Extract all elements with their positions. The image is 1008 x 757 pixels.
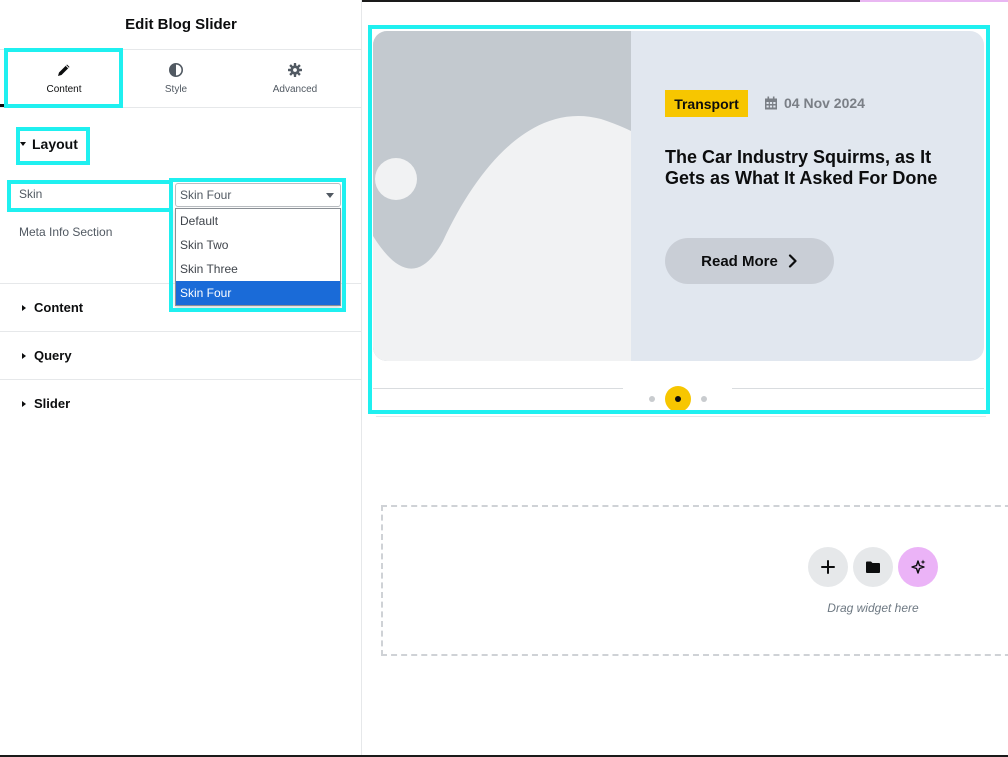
pagination-dot[interactable] <box>649 396 655 402</box>
active-dot-center <box>675 396 681 402</box>
skin-option-three[interactable]: Skin Three <box>176 257 340 281</box>
slide-image-placeholder <box>373 31 631 361</box>
tab-advanced[interactable]: Advanced <box>236 50 354 107</box>
sparkles-icon <box>911 559 926 574</box>
plus-icon <box>821 560 835 574</box>
caret-down-icon <box>20 142 26 146</box>
section-content-label: Content <box>34 300 84 315</box>
pagination-dot[interactable] <box>701 396 707 402</box>
pencil-icon <box>58 64 70 76</box>
post-title[interactable]: The Car Industry Squirms, as It Gets as … <box>665 147 955 189</box>
caret-right-icon <box>22 400 26 407</box>
calendar-icon <box>765 96 777 109</box>
drag-widget-text: Drag widget here <box>827 601 919 615</box>
tab-style-label: Style <box>164 84 188 95</box>
top-border-accent <box>860 0 1008 2</box>
section-slider-label: Slider <box>34 396 71 411</box>
read-more-button[interactable]: Read More <box>665 238 834 284</box>
pagination-track <box>732 388 984 389</box>
divider <box>0 379 362 380</box>
caret-right-icon <box>22 304 26 311</box>
editor-panel: Edit Blog Slider Content Style Advanced … <box>0 0 362 757</box>
chevron-right-icon <box>788 254 797 268</box>
chevron-down-icon <box>326 193 334 198</box>
folder-icon <box>866 561 880 573</box>
gear-icon <box>288 63 302 77</box>
post-date-text: 04 Nov 2024 <box>784 95 865 111</box>
post-date: 04 Nov 2024 <box>764 95 865 111</box>
pagination-track <box>373 388 623 389</box>
panel-title: Edit Blog Slider <box>125 16 237 33</box>
skin-label: Skin <box>19 187 43 201</box>
section-query-toggle[interactable]: Query <box>22 348 72 363</box>
tab-style[interactable]: Style <box>120 50 232 107</box>
read-more-label: Read More <box>701 252 778 270</box>
skin-option-two[interactable]: Skin Two <box>176 233 340 257</box>
meta-info-label: Meta Info Section <box>19 225 113 239</box>
pagination-dot-active[interactable] <box>665 386 691 412</box>
slide-content <box>631 31 984 361</box>
add-template-button[interactable] <box>853 547 893 587</box>
half-circle-icon <box>169 63 183 77</box>
skin-option-four[interactable]: Skin Four <box>176 281 340 305</box>
divider <box>0 107 362 108</box>
blog-slide-card <box>373 31 984 361</box>
section-slider-toggle[interactable]: Slider <box>22 396 70 411</box>
section-layout-toggle[interactable]: Layout <box>20 136 78 152</box>
category-badge[interactable]: Transport <box>665 90 748 117</box>
caret-right-icon <box>22 352 26 359</box>
section-layout-label: Layout <box>32 136 78 152</box>
tab-content-label: Content <box>46 84 82 95</box>
widget-boundary <box>376 416 986 417</box>
skin-option-default[interactable]: Default <box>176 209 340 233</box>
tab-content[interactable]: Content <box>8 50 120 107</box>
skin-dropdown-list: Default Skin Two Skin Three Skin Four <box>175 208 341 306</box>
section-content-toggle[interactable]: Content <box>22 300 83 315</box>
section-query-label: Query <box>34 348 72 363</box>
divider <box>0 331 362 332</box>
tab-advanced-label: Advanced <box>272 84 318 95</box>
add-section-button[interactable] <box>808 547 848 587</box>
image-placeholder-icon <box>373 115 631 361</box>
ai-button[interactable] <box>898 547 938 587</box>
skin-select-value: Skin Four <box>180 188 232 202</box>
skin-select[interactable]: Skin Four <box>175 183 341 207</box>
